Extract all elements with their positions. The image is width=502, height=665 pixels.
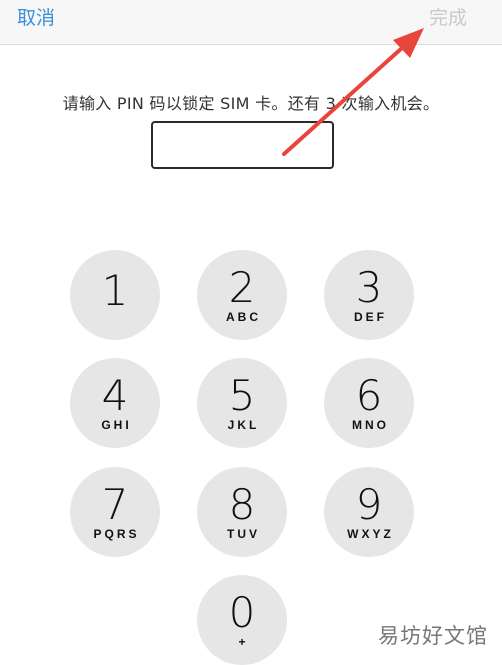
- key-digit: 1: [101, 266, 129, 315]
- key-digit: 7: [101, 480, 129, 529]
- keypad-key-5[interactable]: 5 JKL: [197, 358, 287, 448]
- key-letters: PQRS: [93, 527, 140, 541]
- keypad-key-3[interactable]: 3 DEF: [324, 250, 414, 340]
- watermark-text: 易坊好文馆: [378, 624, 488, 648]
- key-letters: GHI: [101, 418, 132, 432]
- keypad-key-6[interactable]: 6 MNO: [324, 358, 414, 448]
- key-letters: DEF: [354, 310, 387, 324]
- key-letters: JKL: [227, 418, 260, 432]
- key-letters: WXYZ: [347, 527, 394, 541]
- keypad-key-8[interactable]: 8 TUV: [197, 467, 287, 557]
- key-digit: 9: [355, 480, 383, 529]
- key-digit: 2: [228, 263, 256, 312]
- key-letters: ABC: [226, 310, 261, 324]
- keypad-key-0[interactable]: 0 +: [197, 575, 287, 665]
- key-digit: 5: [228, 371, 256, 420]
- key-digit: 8: [228, 480, 256, 529]
- key-letters: +: [238, 635, 249, 649]
- key-digit: 3: [355, 263, 383, 312]
- keypad-key-7[interactable]: 7 PQRS: [70, 467, 160, 557]
- key-digit: 6: [355, 371, 383, 420]
- keypad-key-1[interactable]: 1: [70, 250, 160, 340]
- keypad-key-2[interactable]: 2 ABC: [197, 250, 287, 340]
- keypad-key-9[interactable]: 9 WXYZ: [324, 467, 414, 557]
- key-digit: 0: [228, 588, 256, 637]
- key-letters: TUV: [227, 527, 260, 541]
- key-digit: 4: [101, 371, 129, 420]
- keypad-key-4[interactable]: 4 GHI: [70, 358, 160, 448]
- key-letters: MNO: [352, 418, 389, 432]
